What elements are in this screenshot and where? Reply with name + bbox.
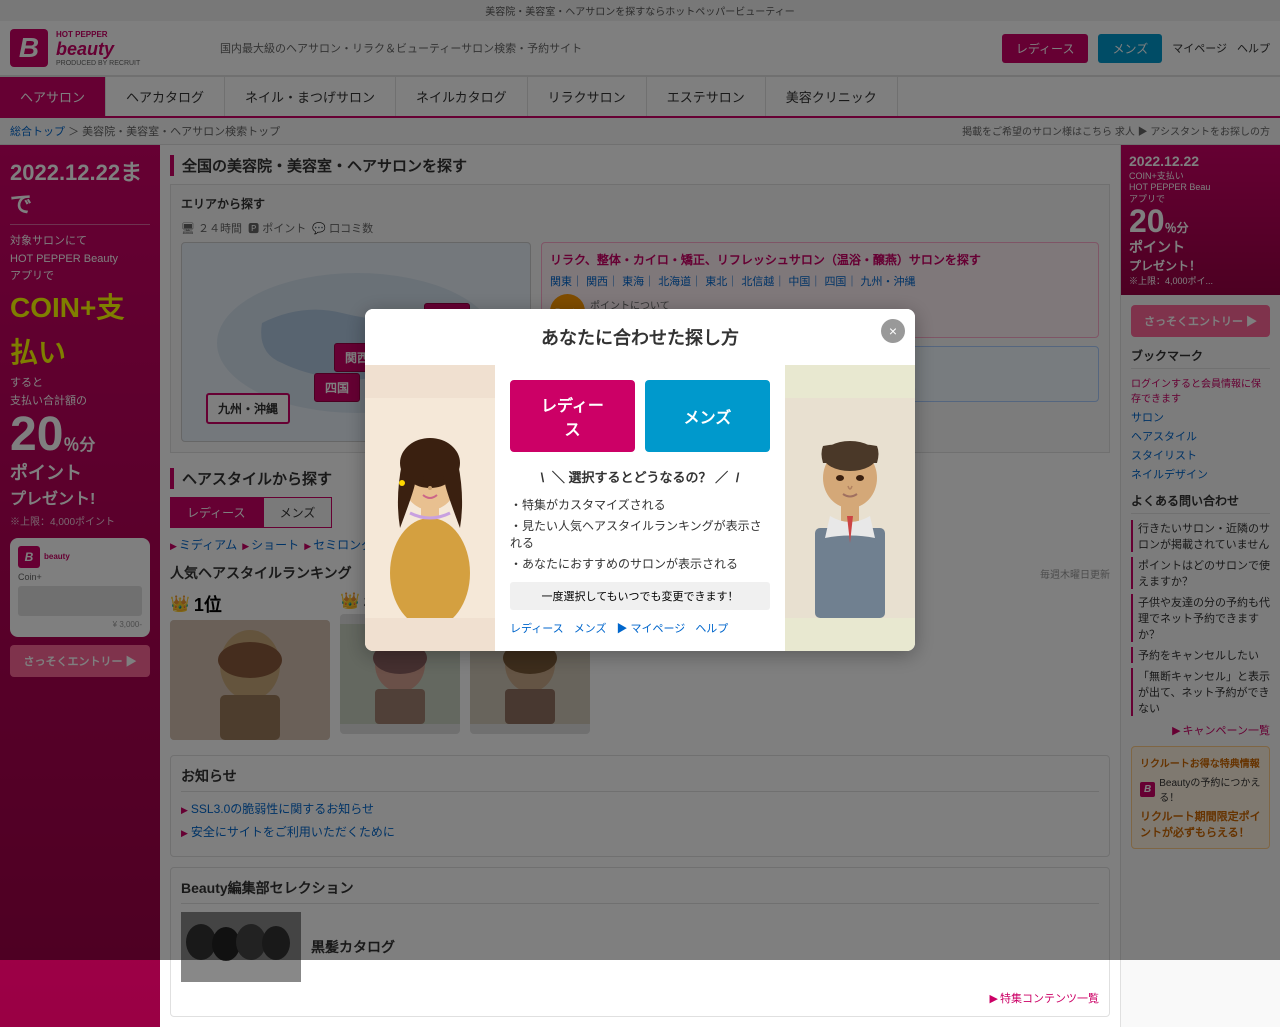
modal-footer-ladies[interactable]: レディース xyxy=(510,620,564,636)
editorial-more-link[interactable]: 特集コンテンツ一覧 xyxy=(990,993,1099,1005)
modal-feature-3: あなたにおすすめのサロンが表示される xyxy=(510,555,770,572)
modal-close-button[interactable]: × xyxy=(881,319,905,343)
modal-center: レディース メンズ ＼ 選択するとどうなるの？ ／ 特集がカスタマイズされる 見… xyxy=(495,365,785,651)
modal-woman-image xyxy=(365,365,495,651)
modal-ladies-button[interactable]: レディース xyxy=(510,380,635,452)
modal-overlay[interactable]: × あなたに合わせた探し方 xyxy=(0,0,1280,960)
modal-footer-links: レディース メンズ ▶ マイページ ヘルプ xyxy=(510,620,770,636)
modal-mens-button[interactable]: メンズ xyxy=(645,380,770,452)
modal-header: あなたに合わせた探し方 xyxy=(365,309,915,365)
woman-svg xyxy=(365,398,495,618)
modal-feature-1: 特集がカスタマイズされる xyxy=(510,496,770,513)
modal-footer-help[interactable]: ヘルプ xyxy=(695,620,728,636)
modal-buttons: レディース メンズ xyxy=(510,380,770,452)
modal-footer-mypage[interactable]: ▶ マイページ xyxy=(616,620,685,636)
man-svg xyxy=(785,398,915,618)
modal-feature-2: 見たい人気ヘアスタイルランキングが表示される xyxy=(510,517,770,551)
modal-footer-mens[interactable]: メンズ xyxy=(574,620,607,636)
modal-features: 特集がカスタマイズされる 見たい人気ヘアスタイルランキングが表示される あなたに… xyxy=(510,496,770,572)
modal-body: レディース メンズ ＼ 選択するとどうなるの？ ／ 特集がカスタマイズされる 見… xyxy=(365,365,915,651)
modal: × あなたに合わせた探し方 xyxy=(365,309,915,651)
modal-title: あなたに合わせた探し方 xyxy=(380,324,900,350)
modal-select-text: ＼ 選択するとどうなるの？ ／ xyxy=(510,467,770,486)
modal-change-text: 一度選択してもいつでも変更できます！ xyxy=(510,582,770,610)
modal-man-image xyxy=(785,365,915,651)
